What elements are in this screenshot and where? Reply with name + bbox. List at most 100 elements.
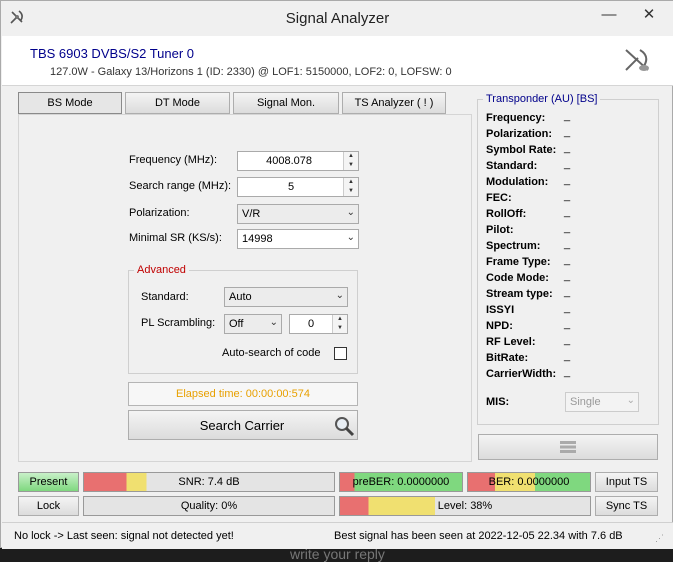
chevron-down-icon: ⌄ <box>346 207 355 218</box>
chevron-down-icon: ⌄ <box>335 290 344 301</box>
resize-grip-icon[interactable]: ⋰ <box>655 533 664 544</box>
tab-dt-mode[interactable]: DT Mode <box>125 92 230 114</box>
transponder-field-value: _ <box>564 302 571 314</box>
advanced-title: Advanced <box>134 264 189 276</box>
mis-value: Single <box>570 396 601 408</box>
search-carrier-label: Search Carrier <box>199 418 285 433</box>
standard-value: Auto <box>229 291 252 303</box>
mis-label: MIS: <box>486 396 510 408</box>
transponder-field-label: Pilot: <box>486 224 514 236</box>
polarization-select[interactable]: V/R ⌄ <box>237 204 359 224</box>
level-meter: Level: 38% <box>339 496 591 516</box>
transponder-field-label: Spectrum: <box>486 240 541 252</box>
quality-meter: Quality: 0% <box>83 496 335 516</box>
frequency-value: 4008.078 <box>266 155 312 167</box>
pl-scrambling-select[interactable]: Off ⌄ <box>224 314 282 334</box>
search-carrier-button[interactable]: Search Carrier <box>128 410 358 440</box>
minimal-sr-value: 14998 <box>242 233 273 245</box>
lock-indicator: Lock <box>18 496 79 516</box>
transponder-field-value: _ <box>564 350 571 362</box>
status-bar: No lock -> Last seen: signal not detecte… <box>2 522 673 549</box>
pl-scrambling-code-input[interactable]: 0 ▲ ▼ <box>289 314 348 334</box>
close-button[interactable]: ✕ <box>635 4 663 26</box>
sync-ts-button[interactable]: Sync TS <box>595 496 658 516</box>
search-range-label: Search range (MHz): <box>129 180 232 192</box>
elapsed-time: Elapsed time: 00:00:00:574 <box>128 382 358 406</box>
frequency-input[interactable]: 4008.078 ▲ ▼ <box>237 151 359 171</box>
snr-meter: SNR: 7.4 dB <box>83 472 335 492</box>
tab-signal-mon[interactable]: Signal Mon. <box>233 92 339 114</box>
signal-analyzer-window: Signal Analyzer — ✕ TBS 6903 DVBS/S2 Tun… <box>0 0 673 549</box>
search-range-value: 5 <box>288 181 295 193</box>
transponder-field-value: _ <box>564 206 571 218</box>
polarization-label: Polarization: <box>129 207 190 219</box>
transponder-field-label: FEC: <box>486 192 512 204</box>
dish-logo-icon <box>622 46 652 74</box>
transponder-field-value: _ <box>564 238 571 250</box>
pl-scrambling-spinner[interactable]: ▲ ▼ <box>332 315 347 333</box>
transponder-field-label: Modulation: <box>486 176 549 188</box>
tab-bs-mode[interactable]: BS Mode <box>18 92 122 114</box>
standard-select[interactable]: Auto ⌄ <box>224 287 348 307</box>
chevron-down-icon: ⌄ <box>626 395 635 406</box>
transponder-field-label: NPD: <box>486 320 513 332</box>
list-icon <box>560 441 576 453</box>
transponder-field-label: Code Mode: <box>486 272 549 284</box>
transponder-field-value: _ <box>564 286 571 298</box>
satellite-info: 127.0W - Galaxy 13/Horizons 1 (ID: 2330)… <box>50 66 452 78</box>
pl-scrambling-value: Off <box>229 318 244 330</box>
search-icon <box>333 415 355 440</box>
transponder-field-value: _ <box>564 318 571 330</box>
status-right-text: Best signal has been seen at 2022-12-05 … <box>334 530 623 542</box>
transponder-field-label: BitRate: <box>486 352 529 364</box>
transponder-field-value: _ <box>564 174 571 186</box>
transponder-field-label: Frame Type: <box>486 256 551 268</box>
transponder-field-label: CarrierWidth: <box>486 368 557 380</box>
minimal-sr-select[interactable]: 14998 ⌄ <box>237 229 359 249</box>
pl-scrambling-label: PL Scrambling: <box>141 317 216 329</box>
tuner-name: TBS 6903 DVBS/S2 Tuner 0 <box>30 46 195 61</box>
present-indicator: Present <box>18 472 79 492</box>
mis-select[interactable]: Single ⌄ <box>565 392 639 412</box>
transponder-title: Transponder (AU) [BS] <box>483 93 601 105</box>
transponder-field-label: Frequency: <box>486 112 546 124</box>
transponder-field-value: _ <box>564 366 571 378</box>
tab-ts-analyzer[interactable]: TS Analyzer ( ! ) <box>342 92 446 114</box>
transponder-field-value: _ <box>564 222 571 234</box>
transponder-field-value: _ <box>564 270 571 282</box>
frequency-label: Frequency (MHz): <box>129 154 218 166</box>
polarization-value: V/R <box>242 208 261 220</box>
standard-label: Standard: <box>141 291 189 303</box>
spectrum-button[interactable] <box>478 434 658 460</box>
window-title: Signal Analyzer <box>285 10 390 27</box>
status-left-text: No lock -> Last seen: signal not detecte… <box>14 530 234 542</box>
tuner-header: TBS 6903 DVBS/S2 Tuner 0 127.0W - Galaxy… <box>2 36 673 86</box>
chevron-down-icon: ⌄ <box>346 232 355 243</box>
auto-search-checkbox[interactable] <box>334 347 347 360</box>
input-ts-button[interactable]: Input TS <box>595 472 658 492</box>
search-range-spinner[interactable]: ▲ ▼ <box>343 178 358 196</box>
transponder-field-label: ISSYI <box>486 304 515 316</box>
preber-meter: preBER: 0.0000000 <box>339 472 463 492</box>
transponder-field-value: _ <box>564 142 571 154</box>
transponder-field-label: Polarization: <box>486 128 553 140</box>
transponder-field-value: _ <box>564 254 571 266</box>
minimize-button[interactable]: — <box>595 4 623 26</box>
transponder-field-value: _ <box>564 158 571 170</box>
transponder-field-label: RollOff: <box>486 208 527 220</box>
transponder-field-value: _ <box>564 334 571 346</box>
minimal-sr-label: Minimal SR (KS/s): <box>129 232 222 244</box>
search-range-input[interactable]: 5 ▲ ▼ <box>237 177 359 197</box>
transponder-field-value: _ <box>564 126 571 138</box>
transponder-field-label: Symbol Rate: <box>486 144 557 156</box>
pl-scrambling-code-value: 0 <box>308 318 315 330</box>
transponder-field-label: Stream type: <box>486 288 553 300</box>
frequency-spinner[interactable]: ▲ ▼ <box>343 152 358 170</box>
auto-search-label: Auto-search of code <box>222 347 321 359</box>
transponder-field-value: _ <box>564 190 571 202</box>
chevron-down-icon: ⌄ <box>269 317 278 328</box>
transponder-field-value: _ <box>564 110 571 122</box>
transponder-field-label: RF Level: <box>486 336 536 348</box>
title-bar: Signal Analyzer — ✕ <box>1 1 673 36</box>
transponder-field-label: Standard: <box>486 160 538 172</box>
